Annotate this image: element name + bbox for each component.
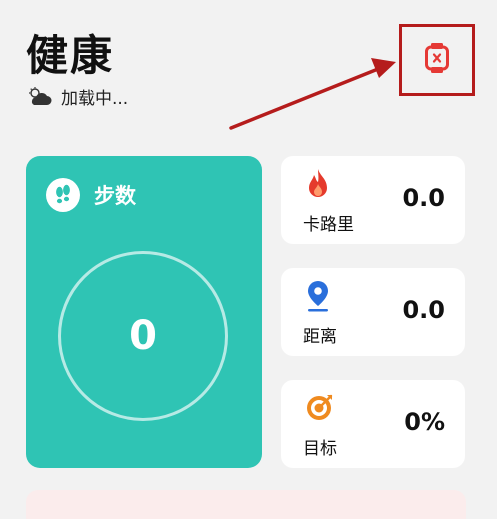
distance-card[interactable]: 距离 0.0: [281, 268, 465, 356]
location-pin-icon: [305, 280, 331, 316]
flame-icon: [305, 168, 331, 204]
calories-value: 0.0: [402, 184, 445, 212]
steps-card[interactable]: 步数 0: [26, 156, 262, 468]
goal-label: 目标: [303, 439, 337, 459]
calories-label: 卡路里: [303, 215, 354, 235]
bottom-card[interactable]: [26, 490, 466, 519]
target-icon: [305, 392, 335, 426]
watch-disconnected-icon: [425, 42, 449, 78]
page-title: 健康: [26, 31, 115, 80]
weather-status-text: 加载中...: [61, 89, 129, 109]
footprints-icon: [46, 178, 80, 212]
goal-card[interactable]: 目标 0%: [281, 380, 465, 468]
goal-value: 0%: [404, 408, 445, 436]
steps-value: 0: [129, 313, 157, 359]
weather-status: 加载中...: [27, 84, 128, 109]
calories-card[interactable]: 卡路里 0.0: [281, 156, 465, 244]
distance-value: 0.0: [402, 296, 445, 324]
steps-ring: 0: [58, 251, 228, 421]
distance-label: 距离: [303, 327, 337, 347]
watch-connect-button[interactable]: [399, 24, 475, 96]
steps-label: 步数: [94, 184, 136, 208]
cloud-sun-icon: [27, 86, 53, 107]
steps-header: 步数: [46, 178, 136, 212]
